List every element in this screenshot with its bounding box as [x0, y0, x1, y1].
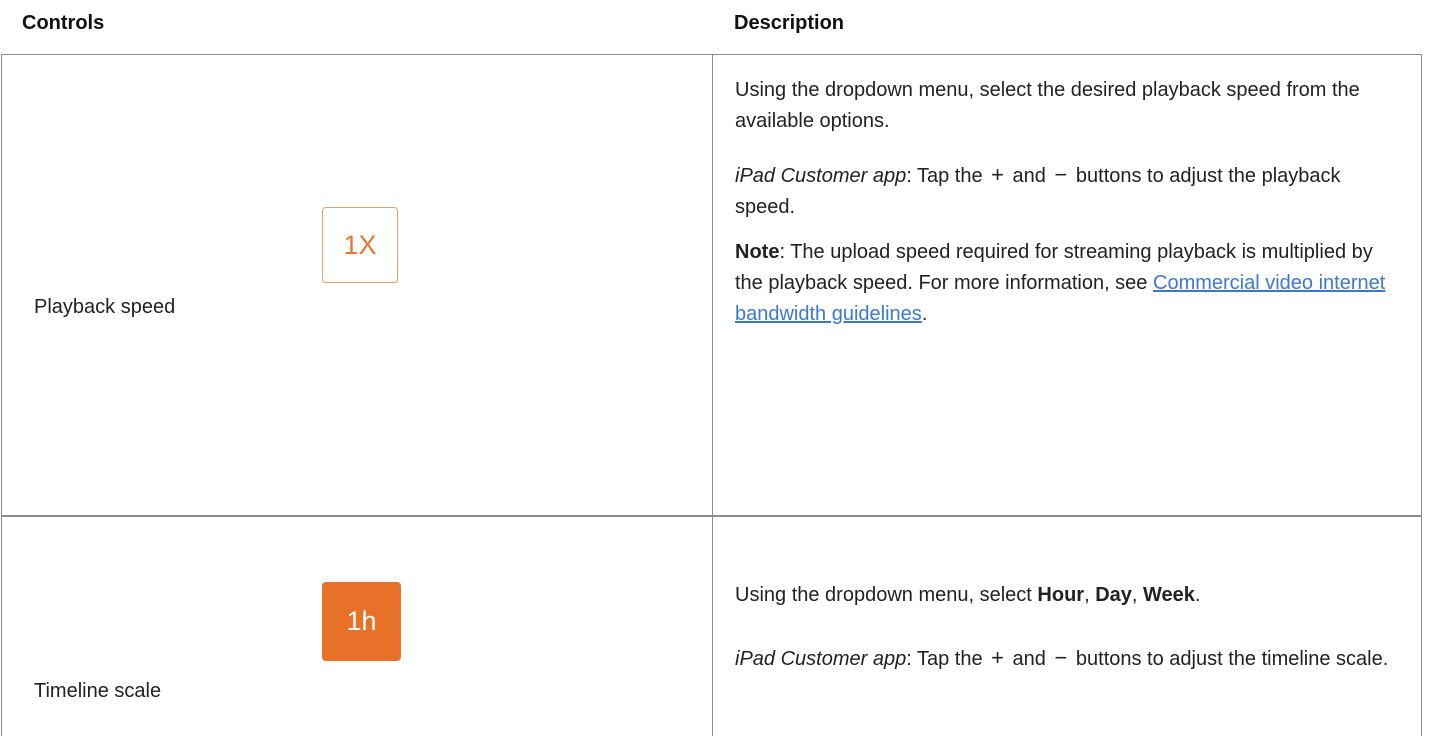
column-divider	[712, 516, 713, 736]
text-segment: .	[921, 303, 928, 325]
option-hour: Hour	[1037, 584, 1085, 606]
timeline-scale-icon: 1h	[322, 582, 401, 661]
text-segment: ,	[1131, 584, 1144, 606]
option-week: Week	[1143, 584, 1195, 606]
note-paragraph: Note: The upload speed required for stre…	[735, 237, 1395, 330]
column-header-controls: Controls	[22, 12, 105, 34]
note-label: Note	[735, 241, 780, 263]
minus-icon: −	[1054, 645, 1068, 670]
ipad-app-label: iPad Customer app	[735, 165, 907, 187]
text-segment: : Tap the	[906, 165, 989, 187]
control-label: Playback speed	[34, 296, 176, 318]
playback-speed-icon-text: 1X	[343, 229, 377, 260]
timeline-scale-icon-text: 1h	[346, 606, 377, 636]
ipad-instructions: iPad Customer app: Tap the + and − butto…	[735, 159, 1395, 223]
playback-speed-icon: 1X	[322, 207, 398, 283]
text-segment: .	[1194, 584, 1201, 606]
description-paragraph: Using the dropdown menu, select Hour, Da…	[735, 580, 1395, 611]
plus-icon: +	[991, 645, 1004, 670]
text-segment: and	[1006, 648, 1052, 670]
table-row-timeline-scale: Timeline scale 1h Using the dropdown men…	[1, 515, 1422, 736]
minus-icon: −	[1054, 162, 1068, 187]
control-label: Timeline scale	[34, 680, 162, 702]
plus-icon: +	[991, 162, 1004, 187]
column-header-description: Description	[734, 12, 845, 34]
ipad-instructions: iPad Customer app: Tap the + and − butto…	[735, 642, 1395, 675]
option-day: Day	[1095, 584, 1132, 606]
ipad-app-label: iPad Customer app	[735, 648, 907, 670]
text-segment: ,	[1084, 584, 1096, 606]
text-segment: Using the dropdown menu, select	[735, 584, 1038, 606]
description-cell: Using the dropdown menu, select the desi…	[735, 75, 1395, 330]
column-divider	[712, 55, 713, 516]
description-cell: Using the dropdown menu, select Hour, Da…	[735, 580, 1395, 675]
text-segment: buttons to adjust the timeline scale.	[1070, 648, 1389, 670]
description-paragraph: Using the dropdown menu, select the desi…	[735, 79, 1360, 132]
text-segment: : Tap the	[906, 648, 989, 670]
table-row-playback-speed: Playback speed 1X Using the dropdown men…	[1, 54, 1422, 517]
text-segment: and	[1006, 165, 1052, 187]
